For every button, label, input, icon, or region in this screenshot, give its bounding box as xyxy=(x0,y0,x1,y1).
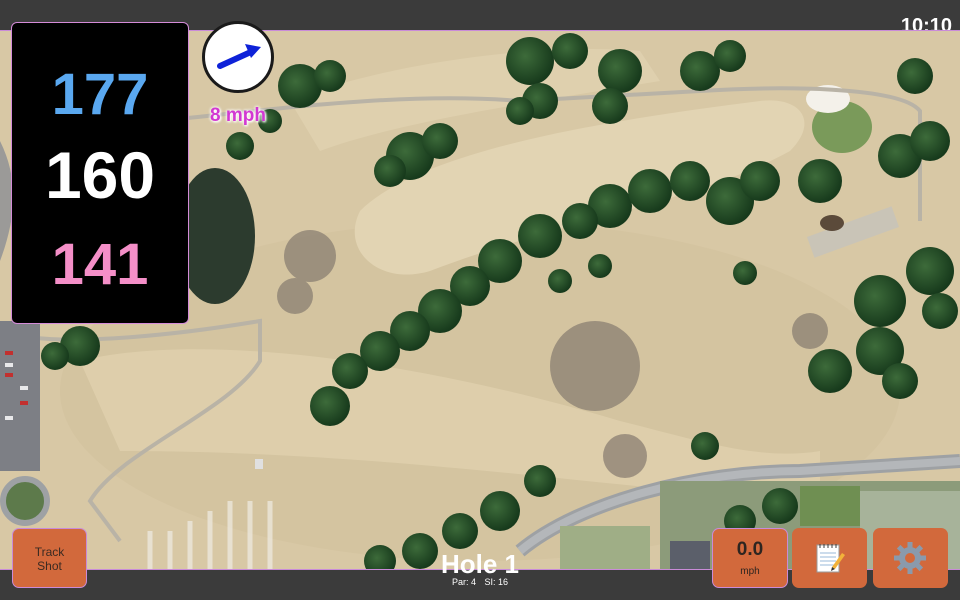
gear-icon xyxy=(894,542,926,574)
speed-unit: mph xyxy=(740,566,760,577)
middle-distance: 160 xyxy=(44,138,156,212)
speed-button[interactable]: 0.0 mph xyxy=(712,528,788,588)
front-distance: 141 xyxy=(51,232,149,297)
arrow-northeast-icon xyxy=(217,44,261,69)
track-shot-label-line1: Track xyxy=(34,545,65,559)
golf-gps-app: 10:10 177 160 141 8 mph Track Shot Hole … xyxy=(0,0,960,600)
settings-button[interactable] xyxy=(873,528,948,588)
track-shot-button[interactable]: Track Shot xyxy=(12,528,87,588)
distance-panel: 177 160 141 xyxy=(11,22,189,324)
wind-direction-dial xyxy=(202,21,274,93)
hole-stroke-index: SI: 16 xyxy=(484,577,509,587)
hole-meta: Par: 4 SI: 16 xyxy=(380,577,580,587)
notepad-icon xyxy=(816,544,845,573)
wind-speed: 8 mph xyxy=(210,105,266,126)
back-distance: 177 xyxy=(51,62,149,127)
speed-value: 0.0 xyxy=(736,539,764,560)
hole-par: Par: 4 xyxy=(451,577,476,587)
hole-title: Hole 1 xyxy=(440,549,520,579)
notes-button[interactable] xyxy=(792,528,867,588)
track-shot-label-line2: Shot xyxy=(37,559,62,573)
